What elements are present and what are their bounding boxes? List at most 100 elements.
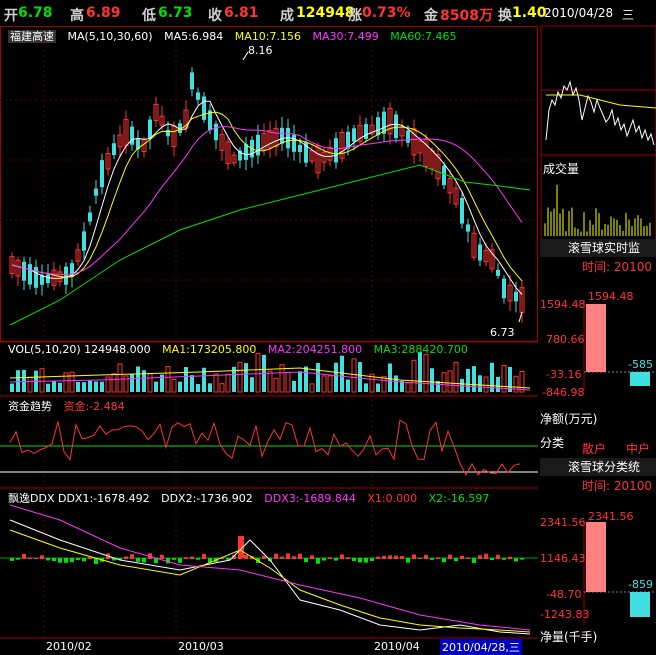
bar1-axis-mid: 780.66	[546, 333, 585, 346]
volume-bar	[447, 370, 453, 393]
volume-bar	[58, 382, 62, 392]
ddx-bar	[184, 557, 188, 559]
monitor-time: 时间: 20100	[582, 260, 653, 274]
ddx-bar	[82, 558, 86, 562]
vol-legend: VOL(5,10,20) 124948.000 MA1:173205.800 M…	[8, 343, 476, 356]
x-label-feb: 2010/02	[46, 640, 92, 653]
ddx-bar	[328, 557, 332, 559]
volume-bar	[351, 358, 357, 393]
ma5-line	[11, 100, 523, 295]
ddx-bar	[160, 554, 164, 559]
candle-body	[28, 264, 32, 285]
ddx-bar	[370, 558, 374, 562]
mid-label: 中户	[626, 442, 651, 456]
candle-body	[244, 144, 248, 160]
x2-value: X2:-16.597	[428, 492, 490, 505]
volume-bar	[184, 367, 188, 392]
volume-bar	[376, 383, 380, 392]
ddx-bar	[76, 558, 80, 561]
ddx-bar	[226, 558, 230, 560]
volume-bar	[418, 352, 422, 392]
candle-body	[100, 160, 104, 188]
ddx-bar	[298, 553, 302, 559]
candle-body	[394, 114, 398, 139]
ddx-bar	[136, 558, 140, 562]
high-marker: 8.16	[248, 44, 273, 57]
volume-bar	[321, 375, 327, 393]
vol-label: VOL(5,10,20) 124948.000	[8, 343, 151, 356]
ddx-bar	[340, 554, 344, 559]
volume-bar	[466, 368, 470, 392]
volume-bar	[190, 375, 194, 392]
ddx-bar	[358, 558, 362, 563]
ddx-bar	[388, 555, 392, 559]
candle-body	[364, 124, 368, 139]
right-volume-title: 成交量	[543, 162, 580, 176]
ddx-bar	[22, 553, 26, 559]
candle-body	[292, 134, 296, 152]
candle-body	[352, 128, 356, 142]
candle-body	[34, 267, 38, 288]
ddx-bar	[202, 553, 206, 559]
monitor-title[interactable]: 滚雪球实时监	[540, 239, 656, 257]
candle-body	[148, 119, 152, 139]
bar2-top-value: 2341.56	[588, 510, 634, 523]
volume-bar	[52, 381, 56, 392]
ddx-bar	[400, 556, 404, 559]
fund-line-group	[0, 419, 538, 476]
candle-body	[280, 127, 284, 144]
ddx-bar	[352, 558, 356, 562]
ddx-bar	[376, 556, 380, 559]
ddx-bar	[130, 554, 134, 559]
volume-bar	[304, 366, 308, 392]
ddx-bar	[16, 558, 20, 560]
ddx-bar	[484, 553, 488, 559]
volume-bar	[273, 377, 279, 393]
candle-body	[460, 198, 464, 224]
ddx-group	[0, 504, 538, 635]
volume-bar	[292, 380, 296, 392]
ddx-bar	[196, 558, 200, 560]
candle-body	[64, 266, 68, 285]
ddx-bar	[334, 558, 338, 561]
volume-bar	[388, 363, 392, 392]
ddx-bar	[430, 558, 434, 560]
ddx-bar	[40, 555, 44, 559]
volume-bar	[196, 383, 200, 392]
x-label-apr: 2010/04	[374, 640, 420, 653]
candle-body	[502, 278, 506, 299]
volume-bar	[178, 381, 182, 392]
volume-bar	[46, 383, 50, 392]
fund-red-line	[9, 419, 521, 476]
volume-bar	[316, 363, 320, 392]
candle-body	[442, 165, 446, 186]
volume-bar	[298, 371, 302, 392]
retail-vol-bar	[586, 522, 606, 592]
volume-bar	[10, 383, 14, 392]
class-title[interactable]: 滚雪球分类统	[540, 458, 656, 476]
candle-body	[298, 144, 302, 153]
ddx-bar	[364, 558, 368, 563]
fund-label: 资金趋势	[8, 400, 52, 413]
fund-legend: 资金趋势 资金:-2.484	[8, 398, 133, 414]
candle-body	[46, 274, 50, 284]
low-marker: 6.73	[490, 326, 515, 339]
volume-bar	[22, 369, 26, 392]
mid-vol-bar	[630, 592, 650, 617]
x-label-mar: 2010/03	[178, 640, 224, 653]
candle-body	[496, 269, 500, 276]
ddx-bar	[442, 558, 446, 563]
ddx-bar	[28, 557, 32, 559]
candle-body	[112, 143, 116, 156]
candlestick-group	[9, 67, 525, 323]
net-amount-label: 净额(万元)	[540, 412, 598, 426]
volume-bar	[472, 366, 476, 392]
volume-bar	[165, 366, 171, 393]
ddx-bar	[490, 558, 494, 560]
ddx-bar	[46, 558, 50, 561]
candle-body	[82, 231, 86, 251]
volume-bar	[334, 362, 338, 392]
ddx-bar	[64, 558, 68, 563]
volume-bar	[69, 371, 75, 393]
volume-bar	[136, 366, 140, 392]
